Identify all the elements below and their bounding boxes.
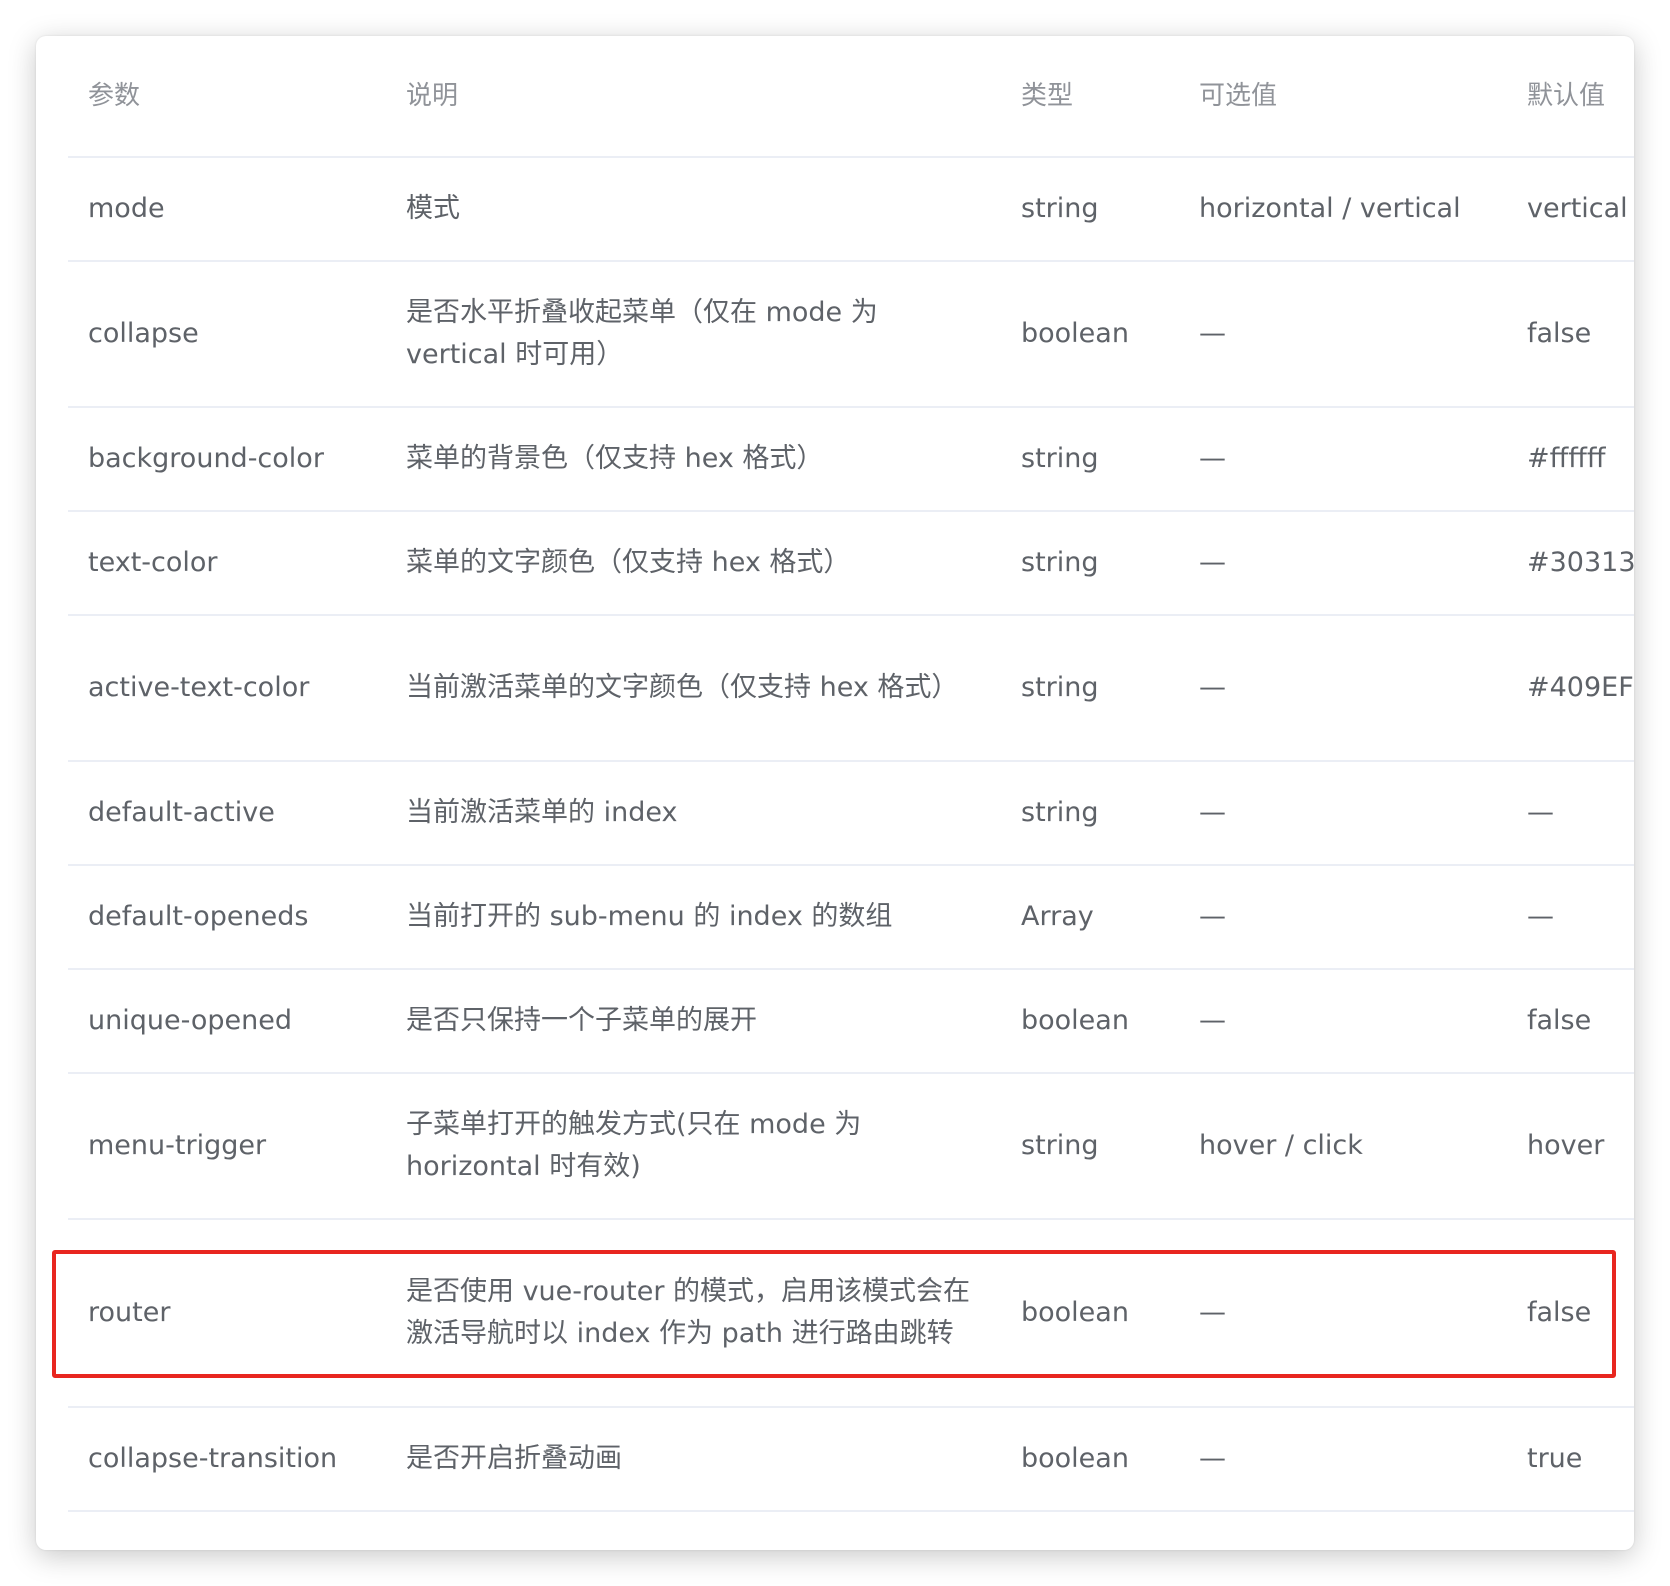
param-default: #ffffff [1527,443,1606,474]
table-row: unique-opened 是否只保持一个子菜单的展开 boolean — fa… [68,970,1634,1074]
table-row: collapse-transition 是否开启折叠动画 boolean — t… [68,1408,1634,1512]
param-default: — [1527,797,1554,828]
param-type: string [1021,1130,1099,1161]
param-type: string [1021,672,1099,703]
param-description: 当前激活菜单的文字颜色（仅支持 hex 格式） [406,672,959,703]
param-default: #303133 [1527,547,1634,578]
table-row: background-color 菜单的背景色（仅支持 hex 格式） stri… [68,408,1634,512]
param-name: active-text-color [88,672,310,703]
param-type: string [1021,797,1099,828]
param-type: Array [1021,901,1094,932]
param-description: 是否只保持一个子菜单的展开 [406,1005,757,1036]
param-type: string [1021,193,1099,224]
param-description: 当前激活菜单的 index [406,797,678,828]
param-default: vertical [1527,193,1628,224]
param-name: unique-opened [88,1005,292,1036]
header-param: 参数 [88,81,141,111]
param-type: boolean [1021,1297,1129,1328]
param-description: 子菜单打开的触发方式(只在 mode 为 horizontal 时有效) [406,1109,862,1182]
param-options: — [1199,1443,1226,1474]
param-name: collapse-transition [88,1443,338,1474]
param-name: text-color [88,547,218,578]
param-description: 是否开启折叠动画 [406,1443,622,1474]
header-description: 说明 [406,81,459,111]
param-options: — [1199,443,1226,474]
param-name: mode [88,193,165,224]
param-default: true [1527,1443,1583,1474]
param-options: hover / click [1199,1130,1363,1161]
table-row: mode 模式 string horizontal / vertical ver… [68,158,1634,262]
param-options: — [1199,672,1226,703]
param-type: string [1021,443,1099,474]
param-options: — [1199,797,1226,828]
table-header-row: 参数 说明 类型 可选值 默认值 [68,36,1634,158]
header-default: 默认值 [1527,81,1606,111]
table-row: default-active 当前激活菜单的 index string — — [68,762,1634,866]
param-default: hover [1527,1130,1605,1161]
param-options: — [1199,901,1226,932]
param-default: #409EFF [1527,672,1634,703]
param-name: background-color [88,443,324,474]
param-description: 模式 [406,193,460,224]
param-default: — [1527,901,1554,932]
param-default: false [1527,318,1592,349]
param-description: 是否使用 vue-router 的模式，启用该模式会在激活导航时以 index … [406,1276,971,1349]
param-type: boolean [1021,1005,1129,1036]
param-options: horizontal / vertical [1199,193,1461,224]
param-type: string [1021,547,1099,578]
table-row: default-openeds 当前打开的 sub-menu 的 index 的… [68,866,1634,970]
table-row: text-color 菜单的文字颜色（仅支持 hex 格式） string — … [68,512,1634,616]
param-name: default-openeds [88,901,309,932]
param-type: boolean [1021,318,1129,349]
header-options: 可选值 [1199,81,1278,111]
table-row: menu-trigger 子菜单打开的触发方式(只在 mode 为 horizo… [68,1074,1634,1220]
param-name: menu-trigger [88,1130,267,1161]
param-name: collapse [88,318,199,349]
table-row: active-text-color 当前激活菜单的文字颜色（仅支持 hex 格式… [68,616,1634,762]
param-description: 菜单的文字颜色（仅支持 hex 格式） [406,547,851,578]
param-options: — [1199,1297,1226,1328]
table-row: collapse 是否水平折叠收起菜单（仅在 mode 为 vertical 时… [68,262,1634,408]
param-name: router [88,1297,171,1328]
attributes-table-card: 参数 说明 类型 可选值 默认值 mode 模式 string horizont… [36,36,1634,1550]
param-description: 菜单的背景色（仅支持 hex 格式） [406,443,824,474]
param-type: boolean [1021,1443,1129,1474]
table-row-router: router 是否使用 vue-router 的模式，启用该模式会在激活导航时以… [68,1220,1634,1408]
param-name: default-active [88,797,275,828]
param-options: — [1199,547,1226,578]
attributes-table: 参数 说明 类型 可选值 默认值 mode 模式 string horizont… [68,36,1634,1512]
param-description: 是否水平折叠收起菜单（仅在 mode 为 vertical 时可用） [406,297,878,370]
param-options: — [1199,1005,1226,1036]
param-default: false [1527,1297,1592,1328]
param-description: 当前打开的 sub-menu 的 index 的数组 [406,901,893,932]
header-type: 类型 [1021,81,1074,111]
param-default: false [1527,1005,1592,1036]
param-options: — [1199,318,1226,349]
